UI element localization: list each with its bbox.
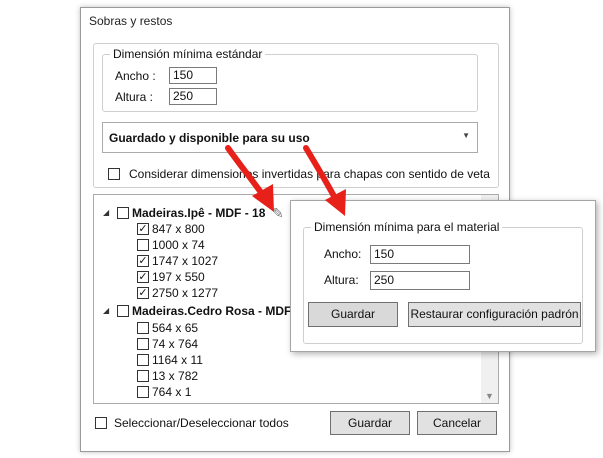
triangle-expanded-icon[interactable]: ◢ (103, 303, 109, 319)
item-checkbox[interactable] (137, 354, 149, 366)
item-checkbox[interactable] (137, 370, 149, 382)
chevron-down-icon: ▼ (462, 131, 470, 140)
settings-group: Dimensión mínima estándar Ancho : 150 Al… (93, 43, 499, 188)
item-label: 1747 x 1027 (152, 254, 219, 268)
item-label: 1000 x 74 (152, 238, 205, 252)
item-checkbox[interactable] (137, 322, 149, 334)
item-label: 1164 x 11 (152, 353, 203, 367)
material-name: Madeiras.Cedro Rosa - MDF (132, 304, 292, 318)
material-name: Madeiras.Ipê - MDF - 18 (132, 206, 266, 220)
min-dimension-legend: Dimensión mínima estándar (110, 47, 266, 61)
item-checkbox[interactable] (137, 239, 149, 251)
item-checkbox[interactable]: ✓ (137, 271, 149, 283)
item-label: 764 x 1 (152, 385, 192, 399)
material-width-label: Ancho: (324, 247, 362, 261)
select-all-checkbox[interactable] (95, 417, 107, 429)
restore-default-button[interactable]: Restaurar configuración padrón (408, 302, 581, 327)
inverted-dimensions-label: Considerar dimensiones invertidas para c… (129, 167, 490, 181)
window-title: Sobras y restos (89, 14, 173, 28)
width-input[interactable]: 150 (169, 67, 217, 84)
scroll-down-icon[interactable]: ▼ (485, 391, 494, 401)
material-dimension-legend: Dimensión mínima para el material (311, 220, 503, 234)
item-label: 197 x 550 (152, 270, 205, 284)
triangle-expanded-icon[interactable]: ◢ (103, 205, 109, 221)
material-save-button[interactable]: Guardar (308, 302, 398, 327)
save-button[interactable]: Guardar (330, 411, 410, 435)
material-checkbox[interactable] (117, 207, 129, 219)
item-checkbox[interactable]: ✓ (137, 223, 149, 235)
width-label: Ancho : (115, 69, 156, 83)
item-label: 2750 x 1277 (152, 286, 219, 300)
pencil-icon[interactable]: ✎ (272, 206, 284, 220)
item-checkbox[interactable] (137, 338, 149, 350)
height-input[interactable]: 250 (169, 88, 217, 105)
item-label: 13 x 782 (152, 369, 199, 383)
item-label: 847 x 800 (152, 222, 205, 236)
cancel-button[interactable]: Cancelar (417, 411, 497, 435)
material-height-input[interactable]: 250 (370, 271, 470, 290)
storage-status-value: Guardado y disponible para su uso (109, 131, 310, 145)
inverted-dimensions-checkbox[interactable] (108, 168, 120, 180)
select-all-label: Seleccionar/Deseleccionar todos (114, 416, 289, 430)
item-label: 564 x 65 (152, 321, 199, 335)
material-dimension-fieldset: Dimensión mínima para el material Ancho:… (303, 220, 583, 344)
material-height-label: Altura: (324, 273, 359, 287)
item-checkbox[interactable]: ✓ (137, 255, 149, 267)
material-dimension-popup: Dimensión mínima para el material Ancho:… (290, 200, 596, 352)
storage-status-select[interactable]: Guardado y disponible para su uso ▼ (102, 122, 478, 153)
item-checkbox[interactable]: ✓ (137, 287, 149, 299)
min-dimension-fieldset: Dimensión mínima estándar Ancho : 150 Al… (102, 47, 478, 112)
material-checkbox[interactable] (117, 305, 129, 317)
item-checkbox[interactable] (137, 386, 149, 398)
height-label: Altura : (115, 90, 154, 104)
material-width-input[interactable]: 150 (370, 245, 470, 264)
item-label: 74 x 764 (152, 337, 199, 351)
